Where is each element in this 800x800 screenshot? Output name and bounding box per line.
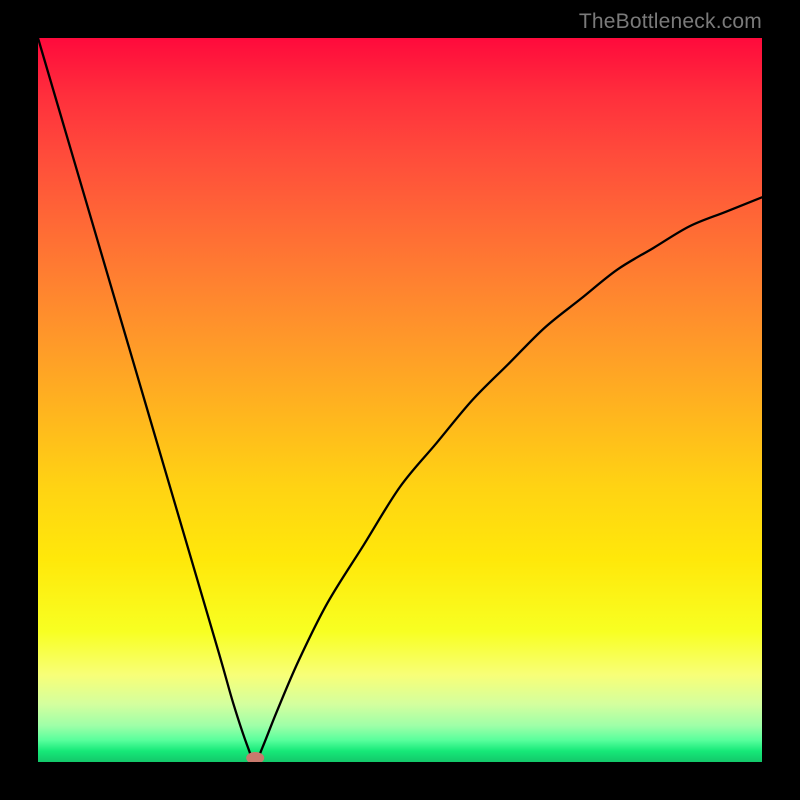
bottleneck-curve: [38, 38, 762, 762]
optimal-point-marker: [246, 752, 264, 762]
curve-layer: [38, 38, 762, 762]
chart-container: TheBottleneck.com: [0, 0, 800, 800]
watermark: TheBottleneck.com: [579, 10, 762, 34]
